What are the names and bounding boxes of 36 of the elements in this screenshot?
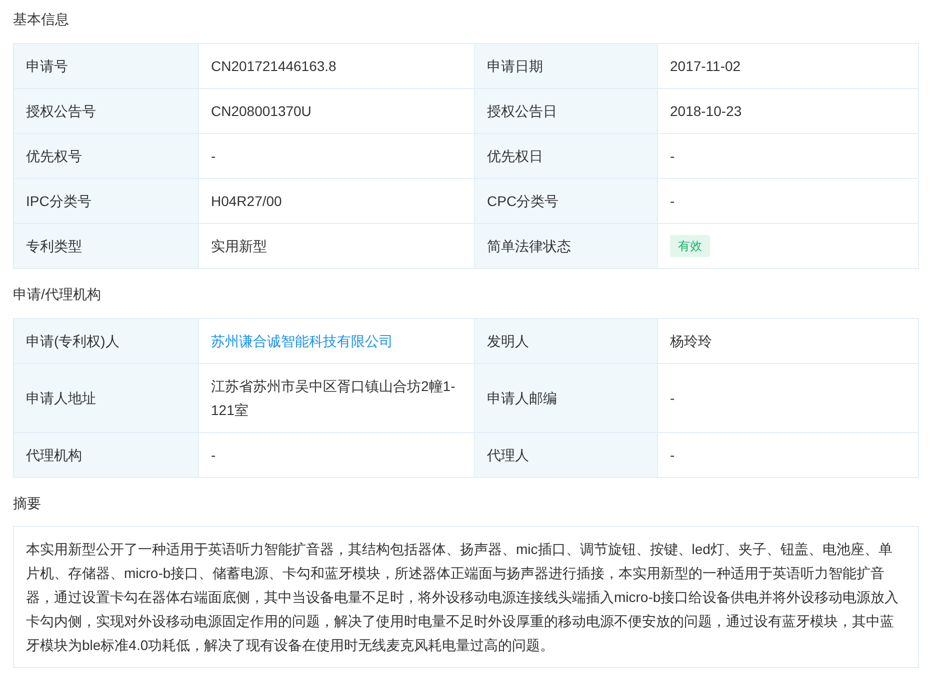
field-label: 申请人邮编 xyxy=(474,364,657,432)
field-label: 申请号 xyxy=(14,44,198,88)
field-label: CPC分类号 xyxy=(474,179,657,223)
field-label: 授权公告号 xyxy=(14,89,198,133)
field-label: 申请(专利权)人 xyxy=(14,319,198,363)
field-label: IPC分类号 xyxy=(14,179,198,223)
field-value: - xyxy=(211,147,216,166)
field-value: H04R27/00 xyxy=(211,192,282,211)
section-title: 基本信息 xyxy=(13,10,70,29)
field-label: 优先权号 xyxy=(14,134,198,178)
field-label: 代理人 xyxy=(474,433,657,477)
field-value: 实用新型 xyxy=(211,237,267,256)
field-value: CN208001370U xyxy=(211,102,312,121)
field-value: - xyxy=(670,389,675,408)
field-label: 申请人地址 xyxy=(14,364,198,432)
field-label: 简单法律状态 xyxy=(474,224,657,268)
company-link[interactable]: 苏州谦合诚智能科技有限公司 xyxy=(211,329,393,353)
field-value: 江苏省苏州市吴中区胥口镇山合坊2幢1-121室 xyxy=(211,377,456,420)
field-value: 2018-10-23 xyxy=(670,102,742,121)
section-title: 摘要 xyxy=(13,494,42,513)
field-value: - xyxy=(670,446,675,465)
section-title: 申请/代理机构 xyxy=(13,285,102,304)
field-value: 杨玲玲 xyxy=(670,332,712,351)
field-label: 优先权日 xyxy=(474,134,657,178)
field-label: 发明人 xyxy=(474,319,657,363)
field-value: - xyxy=(670,192,675,211)
field-label: 申请日期 xyxy=(474,44,657,88)
field-value: 2017-11-02 xyxy=(670,57,741,76)
field-label: 专利类型 xyxy=(14,224,198,268)
field-value: - xyxy=(211,446,216,465)
status-tag: 有效 xyxy=(670,235,710,257)
field-label: 授权公告日 xyxy=(474,89,657,133)
field-value: - xyxy=(670,147,675,166)
abstract-text: 本实用新型公开了一种适用于英语听力智能扩音器，其结构包括器体、扬声器、mic插口、调节旋钮、按键、led灯、夹子、钮盖、电池座、单片机、存储器、micro-b接口、储蓄电源、卡勾和蓝牙模块，所述器体正端面与扬声器进行插接，本实用新型的一种适用于英语听力智能扩音器，通过设置卡勾在器体右端面底侧，其中当设备电量不足时，将外设移动电源连接线头端插入micro-b接口给设备供电并将外设移动电源放入卡勾内侧，实现对外设移动电源固定作用的问题，解决了使用时电量不足时外设厚重的移动电源不便安放的问题，通过设有蓝牙模块，其中蓝牙模块为ble标准4.0功耗低，解决了现有设备在使用时无线麦克风耗电量过高的问题。 xyxy=(13,526,919,668)
field-label: 代理机构 xyxy=(14,433,198,477)
field-value: CN201721446163.8 xyxy=(211,57,336,76)
